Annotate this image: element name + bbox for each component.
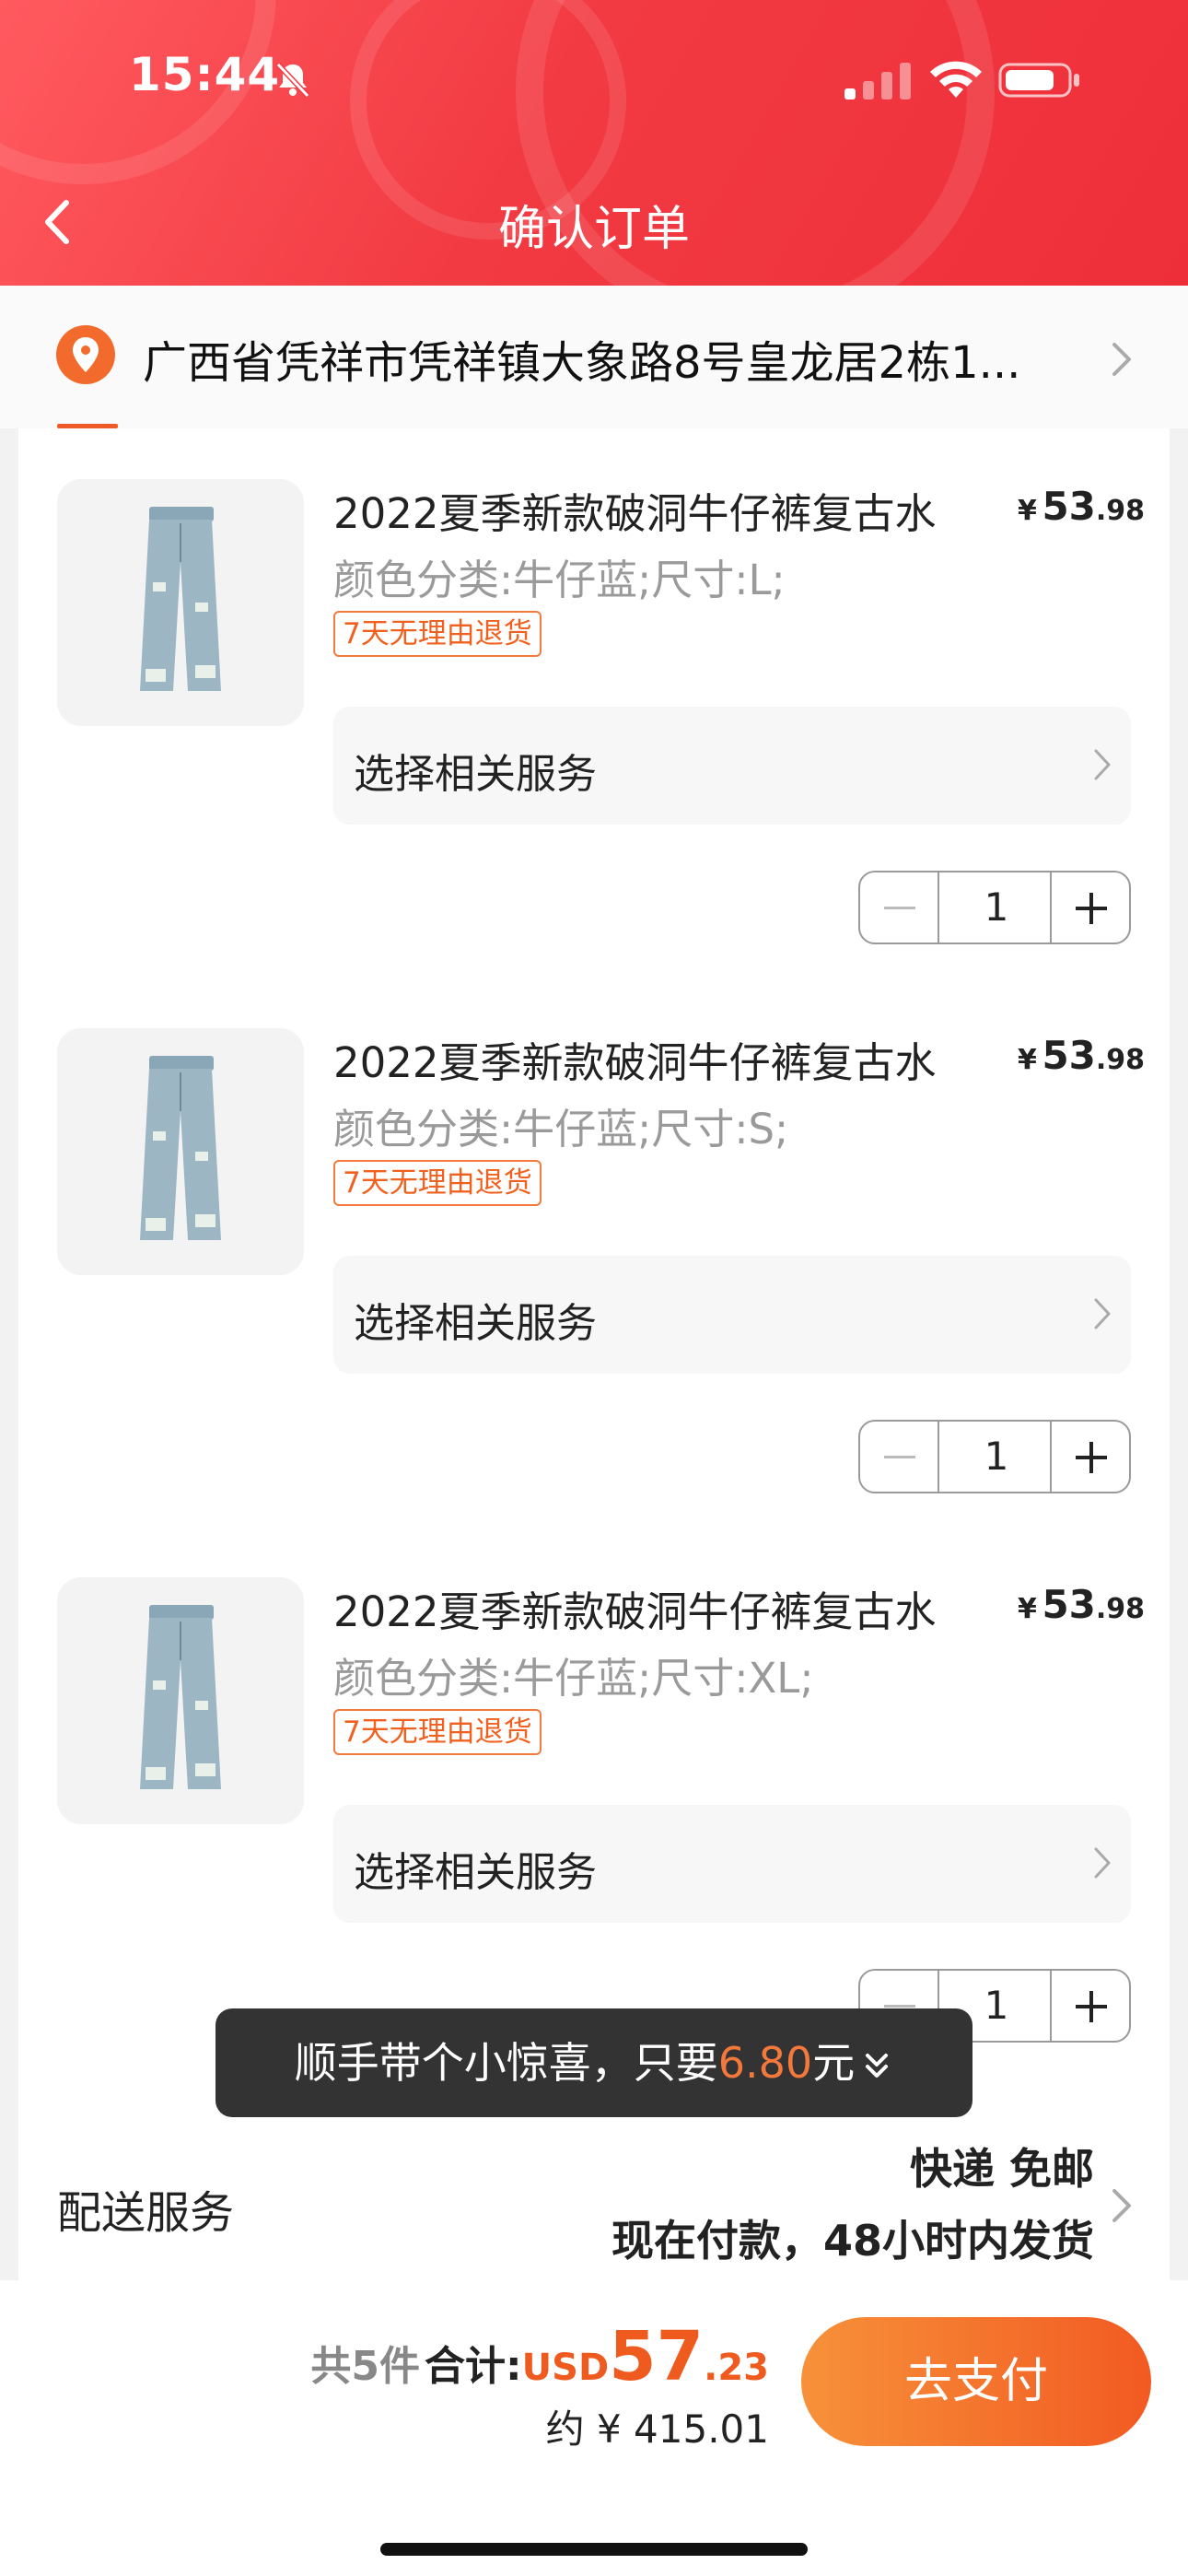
increase-quantity-button[interactable] [1050, 872, 1129, 943]
select-service-row[interactable]: 选择相关服务 [333, 1256, 1131, 1374]
order-item: 2022夏季新款破洞牛仔裤复古水 ¥ 53.98 颜色分类:牛仔蓝;尺寸:S; … [18, 978, 1170, 1527]
order-items-card: 2022夏季新款破洞牛仔裤复古水 ¥ 53.98 颜色分类:牛仔蓝;尺寸:L; … [18, 428, 1170, 2280]
select-service-label: 选择相关服务 [354, 1849, 597, 1896]
product-price: ¥ 53.98 [1018, 1582, 1146, 1627]
order-item: 2022夏季新款破洞牛仔裤复古水 ¥ 53.98 颜色分类:牛仔蓝;尺寸:L; … [18, 428, 1170, 978]
chevron-right-icon [1112, 343, 1131, 376]
product-thumbnail[interactable] [57, 479, 304, 726]
double-chevron-down-icon [866, 2053, 889, 2078]
product-price: ¥ 53.98 [1018, 1033, 1146, 1078]
return-policy-badge: 7天无理由退货 [333, 1709, 542, 1755]
quantity-stepper: 1 [858, 1420, 1131, 1493]
increase-quantity-button[interactable] [1050, 1971, 1129, 2041]
home-indicator[interactable] [380, 2543, 808, 2556]
jeans-image [140, 1605, 221, 1789]
product-spec: 颜色分类:牛仔蓝;尺寸:L; [333, 556, 786, 604]
product-name[interactable]: 2022夏季新款破洞牛仔裤复古水 [333, 1029, 1006, 1089]
select-service-row[interactable]: 选择相关服务 [333, 1805, 1131, 1923]
total-decimal: .23 [704, 2347, 769, 2389]
return-policy-badge: 7天无理由退货 [333, 611, 542, 657]
jeans-image [140, 1056, 221, 1240]
decrease-quantity-button[interactable] [860, 872, 939, 943]
item-count: 共5件 [310, 2343, 420, 2390]
mute-bell-icon [275, 62, 310, 99]
increase-quantity-button[interactable] [1050, 1422, 1129, 1492]
status-time: 15:44 [129, 48, 281, 101]
product-spec: 颜色分类:牛仔蓝;尺寸:XL; [333, 1654, 814, 1703]
status-bar: 15:44 [0, 0, 1188, 157]
address-row[interactable]: 广西省凭祥市凭祥镇大象路8号皇龙居2栋1... [0, 286, 1188, 428]
total-currency: USD [521, 2347, 610, 2389]
header-bar: 15:44 确认订单 [0, 0, 1188, 286]
select-service-label: 选择相关服务 [354, 751, 597, 798]
select-service-row[interactable]: 选择相关服务 [333, 707, 1131, 825]
jeans-image [140, 507, 221, 691]
order-item: 2022夏季新款破洞牛仔裤复古水 ¥ 53.98 颜色分类:牛仔蓝;尺寸:XL;… [18, 1527, 1170, 2076]
chevron-right-icon [1094, 1847, 1111, 1879]
toast-text: 顺手带个小惊喜，只要6.80元 [215, 2008, 973, 2117]
product-thumbnail[interactable] [57, 1577, 304, 1824]
chevron-right-icon[interactable] [1111, 2187, 1133, 2224]
approx-total: 约 ¥ 415.01 [545, 2406, 769, 2452]
battery-icon [998, 63, 1079, 98]
chevron-right-icon [1094, 1298, 1111, 1329]
wifi-icon [930, 61, 982, 98]
product-price: ¥ 53.98 [1018, 484, 1146, 529]
product-name[interactable]: 2022夏季新款破洞牛仔裤复古水 [333, 480, 1006, 540]
chevron-right-icon [1094, 749, 1111, 780]
pay-button[interactable]: 去支付 [801, 2317, 1151, 2446]
quantity-value[interactable]: 1 [941, 872, 1052, 943]
toast-amount: 6.80 [717, 2038, 813, 2088]
page-title: 确认订单 [497, 202, 690, 257]
order-total: 共5件 合计:USD57.23 [310, 2317, 769, 2396]
delivery-service-label[interactable]: 配送服务 [57, 2176, 234, 2241]
delivery-method: 快递 免邮 [909, 2144, 1094, 2194]
checkout-bar: 共5件 合计:USD57.23 约 ¥ 415.01 去支付 [0, 2280, 1188, 2576]
delivery-time: 现在付款，48小时内发货 [611, 2216, 1094, 2266]
product-name[interactable]: 2022夏季新款破洞牛仔裤复古水 [333, 1578, 1006, 1638]
decrease-quantity-button[interactable] [860, 1422, 939, 1492]
product-thumbnail[interactable] [57, 1028, 304, 1275]
total-label: 合计: [425, 2343, 522, 2390]
total-integer: 57 [609, 2317, 705, 2396]
return-policy-badge: 7天无理由退货 [333, 1160, 542, 1206]
surprise-offer-toast[interactable]: 顺手带个小惊喜，只要6.80元 [215, 2008, 973, 2117]
product-spec: 颜色分类:牛仔蓝;尺寸:S; [333, 1105, 789, 1153]
address-text: 广西省凭祥市凭祥镇大象路8号皇龙居2栋1... [143, 337, 1021, 389]
cellular-signal-icon [844, 63, 911, 100]
location-pin-icon [56, 325, 115, 384]
select-service-label: 选择相关服务 [354, 1300, 597, 1347]
quantity-stepper: 1 [858, 871, 1131, 944]
quantity-value[interactable]: 1 [941, 1422, 1052, 1492]
